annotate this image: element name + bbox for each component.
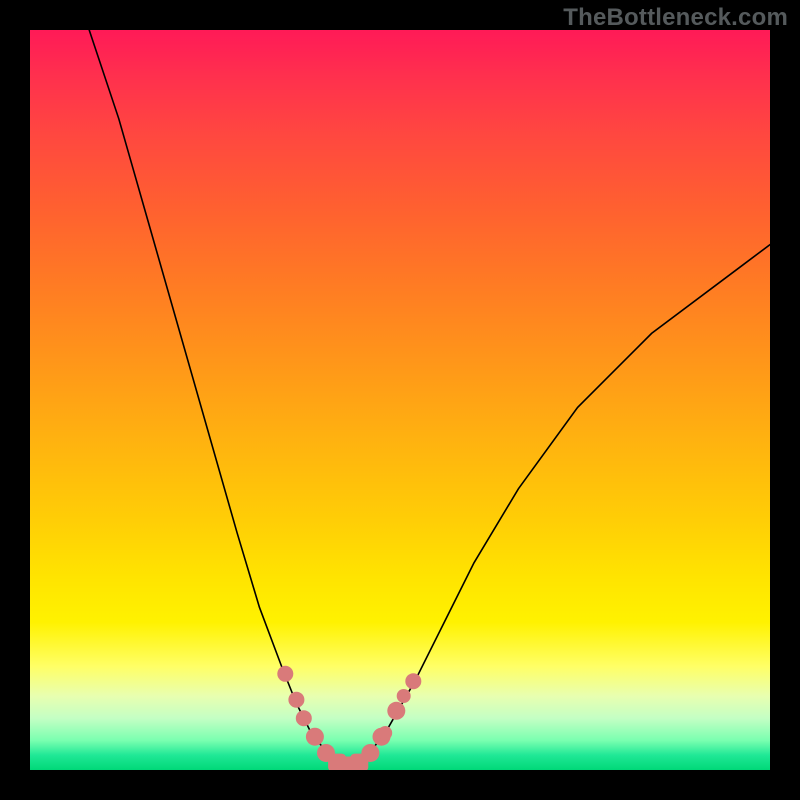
trough-marker [397, 689, 411, 703]
trough-marker [378, 726, 392, 740]
bottleneck-curve [89, 30, 770, 766]
trough-marker [405, 673, 421, 689]
chart-svg [30, 30, 770, 770]
trough-marker [361, 744, 379, 762]
chart-frame: TheBottleneck.com [0, 0, 800, 800]
trough-markers [277, 666, 421, 770]
trough-marker [306, 728, 324, 746]
trough-marker [296, 710, 312, 726]
plot-area [30, 30, 770, 770]
trough-marker [288, 692, 304, 708]
watermark-text: TheBottleneck.com [563, 4, 788, 32]
trough-marker [387, 702, 405, 720]
trough-marker [277, 666, 293, 682]
